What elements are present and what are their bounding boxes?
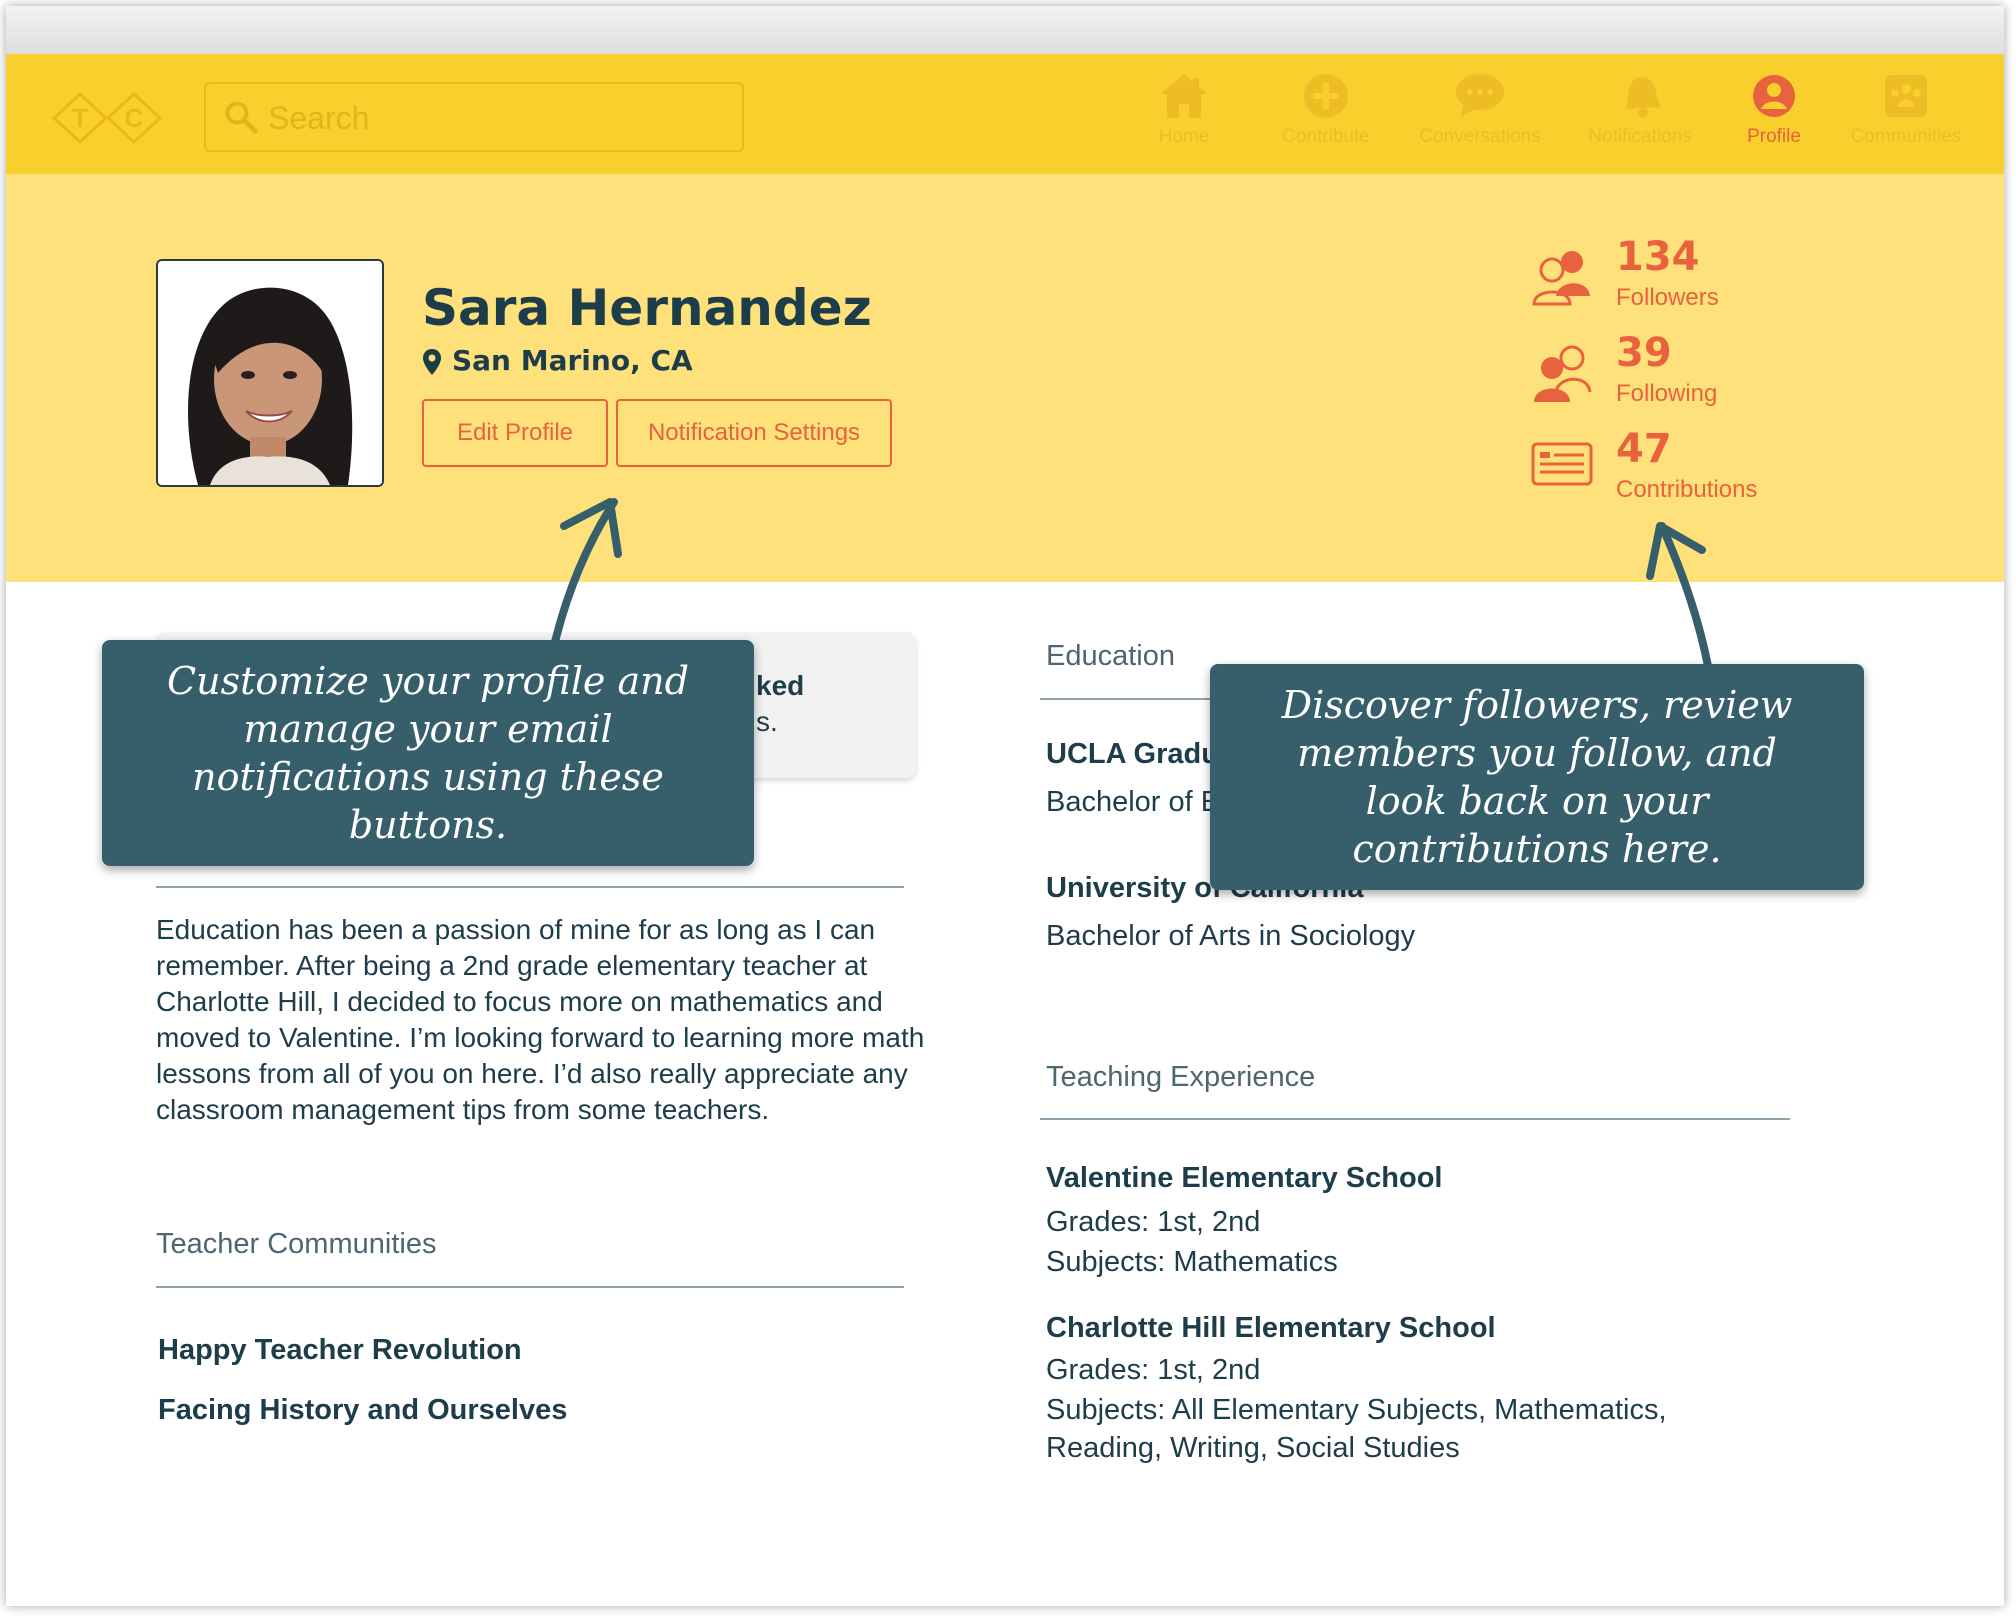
tooltip-profile-buttons: Customize your profile and manage your e…	[102, 640, 754, 866]
tooltip-stats: Discover followers, review members you f…	[1210, 664, 1864, 890]
app-window: T C Home	[6, 6, 2004, 1606]
